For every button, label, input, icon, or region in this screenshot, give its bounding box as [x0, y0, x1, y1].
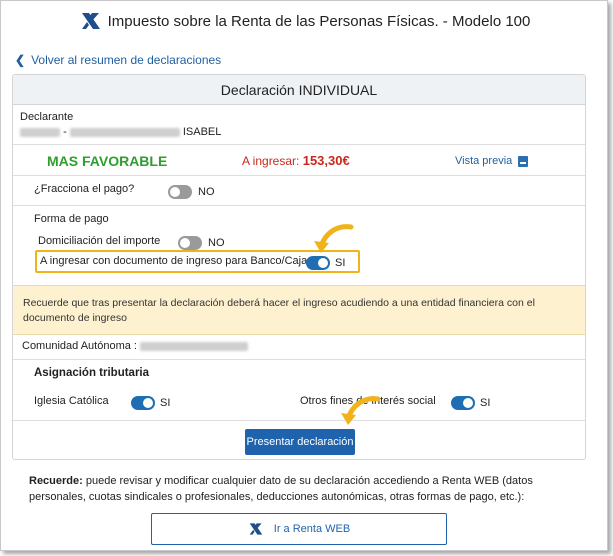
- amount-value: 153,30€: [302, 153, 350, 168]
- arrow-annotation-icon: [314, 224, 354, 253]
- divider: [13, 205, 585, 206]
- domiciliacion-label: Domiciliación del importe: [38, 235, 161, 247]
- toggle-knob: [180, 238, 190, 248]
- amount-label: A ingresar:: [242, 154, 300, 168]
- otros-fines-toggle[interactable]: [451, 396, 475, 410]
- comunidad-autonoma: Comunidad Autónoma :: [22, 340, 249, 352]
- iglesia-label: Iglesia Católica: [34, 395, 109, 407]
- divider: [13, 420, 585, 421]
- toggle-knob: [143, 398, 153, 408]
- footer-note-text: puede revisar y modificar cualquier dato…: [29, 475, 533, 503]
- page-title: Impuesto sobre la Renta de las Personas …: [107, 12, 531, 30]
- iglesia-toggle[interactable]: [131, 396, 155, 410]
- documento-ingreso-label: A ingresar con documento de ingreso para…: [40, 255, 308, 267]
- iglesia-value: SI: [160, 397, 171, 409]
- toggle-knob: [170, 187, 180, 197]
- divider: [13, 175, 585, 176]
- pdf-icon: [518, 155, 529, 167]
- presentar-declaracion-button[interactable]: Presentar declaración: [245, 429, 355, 455]
- declarante-name: - ISABEL: [20, 126, 221, 138]
- amount-to-pay: A ingresar: 153,30€: [242, 153, 350, 168]
- comunidad-label: Comunidad Autónoma :: [22, 340, 137, 352]
- back-link-label: Volver al resumen de declaraciones: [31, 53, 222, 67]
- declaration-card: Declaración INDIVIDUAL Declarante - ISAB…: [12, 74, 586, 460]
- vista-previa-label: Vista previa: [455, 155, 513, 167]
- fracciona-value: NO: [198, 186, 215, 198]
- redacted-comunidad: [140, 341, 249, 351]
- footer-note: Recuerde: puede revisar y modificar cual…: [29, 473, 585, 505]
- documento-ingreso-value: SI: [335, 257, 346, 269]
- forma-pago-label: Forma de pago: [34, 213, 109, 225]
- renta-web-label: Ir a Renta WEB: [273, 523, 351, 535]
- domiciliacion-value: NO: [208, 237, 225, 249]
- card-title: Declaración INDIVIDUAL: [13, 75, 585, 105]
- ir-a-renta-web-button[interactable]: Ir a Renta WEB: [151, 513, 447, 545]
- window-frame: Impuesto sobre la Renta de las Personas …: [0, 0, 608, 551]
- arrow-annotation-icon: [341, 396, 381, 425]
- asignacion-title: Asignación tributaria: [34, 367, 150, 379]
- toggle-knob: [318, 258, 328, 268]
- info-banner: Recuerde que tras presentar la declaraci…: [13, 285, 585, 335]
- declarante-first-name: ISABEL: [182, 126, 222, 138]
- declarante-separator: -: [63, 126, 67, 138]
- redacted-surname: [69, 127, 180, 137]
- declarante-label: Declarante: [20, 111, 74, 123]
- footer-note-bold: Recuerde:: [29, 475, 83, 487]
- vista-previa-link[interactable]: Vista previa: [455, 155, 529, 167]
- result-label: MAS FAVORABLE: [47, 153, 168, 169]
- divider: [13, 359, 585, 360]
- redacted-id: [20, 127, 60, 137]
- page-header: Impuesto sobre la Renta de las Personas …: [1, 9, 609, 33]
- aeat-logo-icon: [81, 13, 100, 29]
- chevron-left-icon: ❮: [15, 53, 26, 67]
- documento-ingreso-toggle[interactable]: [306, 256, 330, 270]
- info-text: Recuerde que tras presentar la declaraci…: [23, 297, 535, 324]
- toggle-knob: [463, 398, 473, 408]
- domiciliacion-toggle[interactable]: [178, 236, 202, 250]
- aeat-logo-icon: [249, 523, 263, 535]
- divider: [13, 144, 585, 145]
- back-to-summary-link[interactable]: ❮ Volver al resumen de declaraciones: [15, 53, 221, 67]
- otros-fines-value: SI: [480, 397, 491, 409]
- fracciona-label: ¿Fracciona el pago?: [34, 183, 135, 195]
- fracciona-toggle[interactable]: [168, 185, 192, 199]
